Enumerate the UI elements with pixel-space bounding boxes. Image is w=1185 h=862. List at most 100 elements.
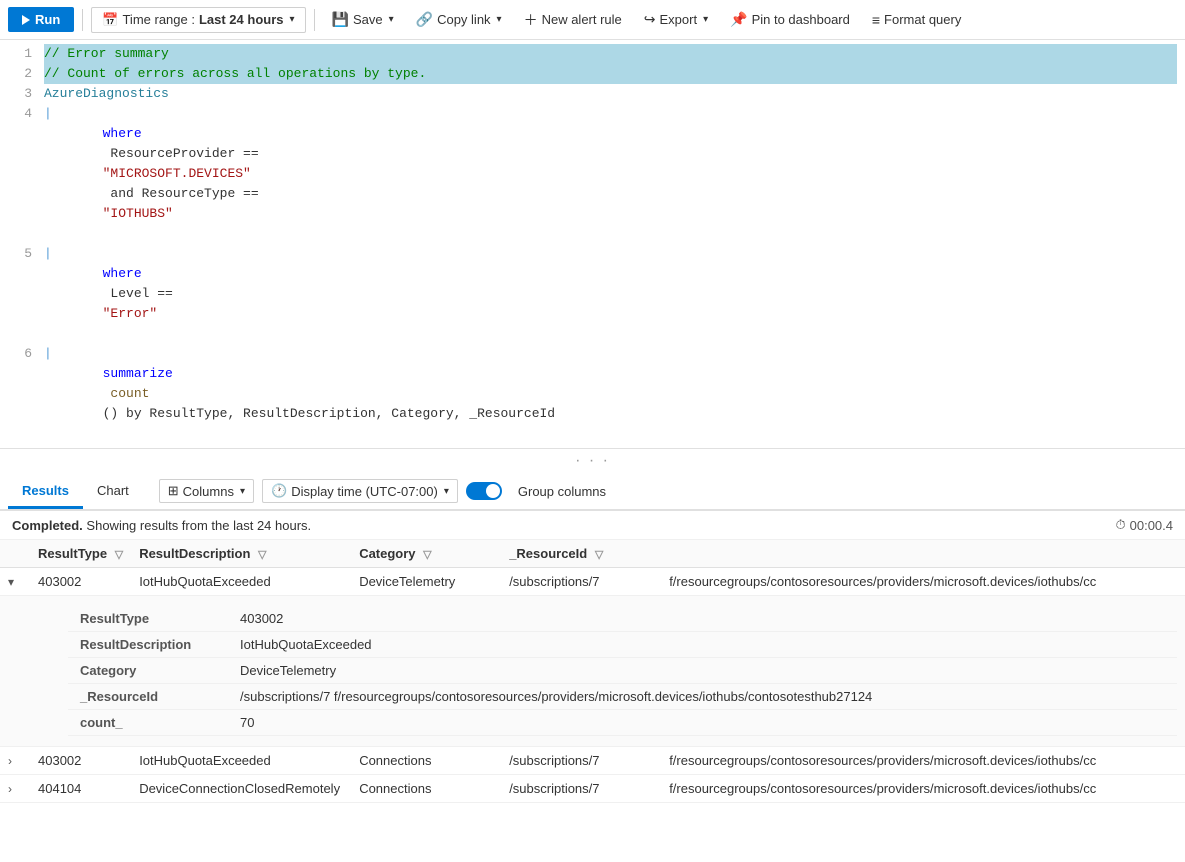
copy-link-chevron-icon: ▾ [497,14,502,25]
expanded-field-row: CategoryDeviceTelemetry [68,658,1177,684]
expanded-field-key: _ResourceId [68,684,228,710]
format-query-label: Format query [884,12,961,27]
display-time-chevron-icon: ▾ [444,486,449,497]
resize-handle[interactable]: · · · [0,449,1185,473]
table-header-row: ResultType ▽ ResultDescription ▽ Categor… [0,540,1185,568]
col-header-resourceid[interactable]: _ResourceId ▽ [501,540,661,568]
cell-resourceid-full: f/resourcegroups/contosoresources/provid… [661,747,1185,775]
chevron-down-icon: ▾ [290,14,295,25]
results-table: ResultType ▽ ResultDescription ▽ Categor… [0,540,1185,803]
expand-button[interactable]: ▾ [8,575,14,589]
main-toolbar: Run 📅 Time range : Last 24 hours ▾ 💾 Sav… [0,0,1185,40]
new-alert-rule-button[interactable]: ＋ New alert rule [515,5,631,35]
expanded-field-value: DeviceTelemetry [228,658,1177,684]
filter-icon-resourceid: ▽ [595,549,603,561]
save-icon: 💾 [332,11,349,28]
code-line-1: 1 // Error summary [0,44,1185,64]
export-label: Export [660,12,698,27]
tab-results[interactable]: Results [8,475,83,509]
cell-resourceid: /subscriptions/7 [501,775,661,803]
expanded-field-row: ResultDescriptionIotHubQuotaExceeded [68,632,1177,658]
cell-resultdesc: IotHubQuotaExceeded [131,747,351,775]
group-columns-toggle[interactable] [466,482,502,500]
run-button[interactable]: Run [8,7,74,32]
save-button[interactable]: 💾 Save ▾ [323,6,403,33]
time-range-label: Time range : [122,12,195,27]
copy-link-button[interactable]: 🔗 Copy link ▾ [407,6,511,33]
col-header-resultdesc[interactable]: ResultDescription ▽ [131,540,351,568]
results-toolbar: Results Chart ⊞ Columns ▾ 🕐 Display time… [0,473,1185,511]
export-button[interactable]: ↪ Export ▾ [635,6,717,33]
status-text: Showing results from the last 24 hours. [86,518,311,533]
save-chevron-icon: ▾ [389,14,394,25]
col-header-resulttype[interactable]: ResultType ▽ [30,540,131,568]
results-options: ⊞ Columns ▾ 🕐 Display time (UTC-07:00) ▾… [159,479,614,503]
cell-resourceid: /subscriptions/7 [501,747,661,775]
expanded-field-key: count_ [68,710,228,736]
plus-icon: ＋ [524,10,538,30]
timer-icon: ⏱ [1115,517,1125,533]
status-duration: ⏱ 00:00.4 [1115,517,1173,533]
columns-label: Columns [183,484,234,499]
format-icon: ≡ [872,12,880,28]
code-line-3: 3 AzureDiagnostics [0,84,1185,104]
expanded-field-value: 403002 [228,606,1177,632]
cell-category: DeviceTelemetry [351,568,501,596]
cell-resultdesc: IotHubQuotaExceeded [131,568,351,596]
group-columns-label: Group columns [510,481,614,502]
cell-resourceid-full: f/resourcegroups/contosoresources/provid… [661,775,1185,803]
cell-category: Connections [351,775,501,803]
columns-button[interactable]: ⊞ Columns ▾ [159,479,254,503]
display-time-button[interactable]: 🕐 Display time (UTC-07:00) ▾ [262,479,458,503]
filter-icon-resultdesc: ▽ [258,549,266,561]
display-time-label: Display time (UTC-07:00) [291,484,438,499]
export-chevron-icon: ▾ [703,14,708,25]
expanded-field-row: count_70 [68,710,1177,736]
expanded-field-value: 70 [228,710,1177,736]
col-header-expand [0,540,30,568]
table-row: › 404104 DeviceConnectionClosedRemotely … [0,775,1185,803]
columns-icon: ⊞ [168,483,179,499]
cell-resulttype: 403002 [30,747,131,775]
col-header-rest [661,540,1185,568]
expand-button[interactable]: › [8,782,12,796]
col-header-category[interactable]: Category ▽ [351,540,501,568]
pin-to-dashboard-label: Pin to dashboard [752,12,850,27]
clock-icon: 🕐 [271,483,287,499]
link-icon: 🔗 [416,11,433,28]
cell-resulttype: 403002 [30,568,131,596]
export-icon: ↪ [644,11,656,28]
code-editor[interactable]: 1 // Error summary 2 // Count of errors … [0,40,1185,449]
filter-icon-category: ▽ [423,549,431,561]
cell-resourceid: /subscriptions/7 [501,568,661,596]
cell-resourceid-full: f/resourcegroups/contosoresources/provid… [661,568,1185,596]
duration-value: 00:00.4 [1130,518,1173,533]
expanded-field-key: ResultDescription [68,632,228,658]
results-table-wrapper: ResultType ▽ ResultDescription ▽ Categor… [0,540,1185,862]
cell-resulttype: 404104 [30,775,131,803]
format-query-button[interactable]: ≡ Format query [863,7,970,33]
save-label: Save [353,12,383,27]
pin-to-dashboard-button[interactable]: 📌 Pin to dashboard [721,6,859,33]
expand-button[interactable]: › [8,754,12,768]
copy-link-label: Copy link [437,12,490,27]
filter-icon-resulttype: ▽ [115,549,123,561]
code-line-4: 4 | where ResourceProvider == "MICROSOFT… [0,104,1185,244]
tab-chart[interactable]: Chart [83,475,143,509]
status-completed: Completed. [12,518,83,533]
calendar-icon: 📅 [102,12,118,28]
time-range-value: Last 24 hours [199,12,284,27]
code-line-6: 6 | summarize count () by ResultType, Re… [0,344,1185,444]
expanded-row: ResultType403002ResultDescriptionIotHubQ… [0,596,1185,747]
cell-resultdesc: DeviceConnectionClosedRemotely [131,775,351,803]
cell-category: Connections [351,747,501,775]
time-range-button[interactable]: 📅 Time range : Last 24 hours ▾ [91,7,305,33]
status-bar: Completed. Showing results from the last… [0,511,1185,540]
divider-2 [314,9,315,31]
columns-chevron-icon: ▾ [240,486,245,497]
expanded-field-key: Category [68,658,228,684]
run-label: Run [35,12,60,27]
expanded-field-key: ResultType [68,606,228,632]
expanded-field-row: ResultType403002 [68,606,1177,632]
divider-1 [82,9,83,31]
